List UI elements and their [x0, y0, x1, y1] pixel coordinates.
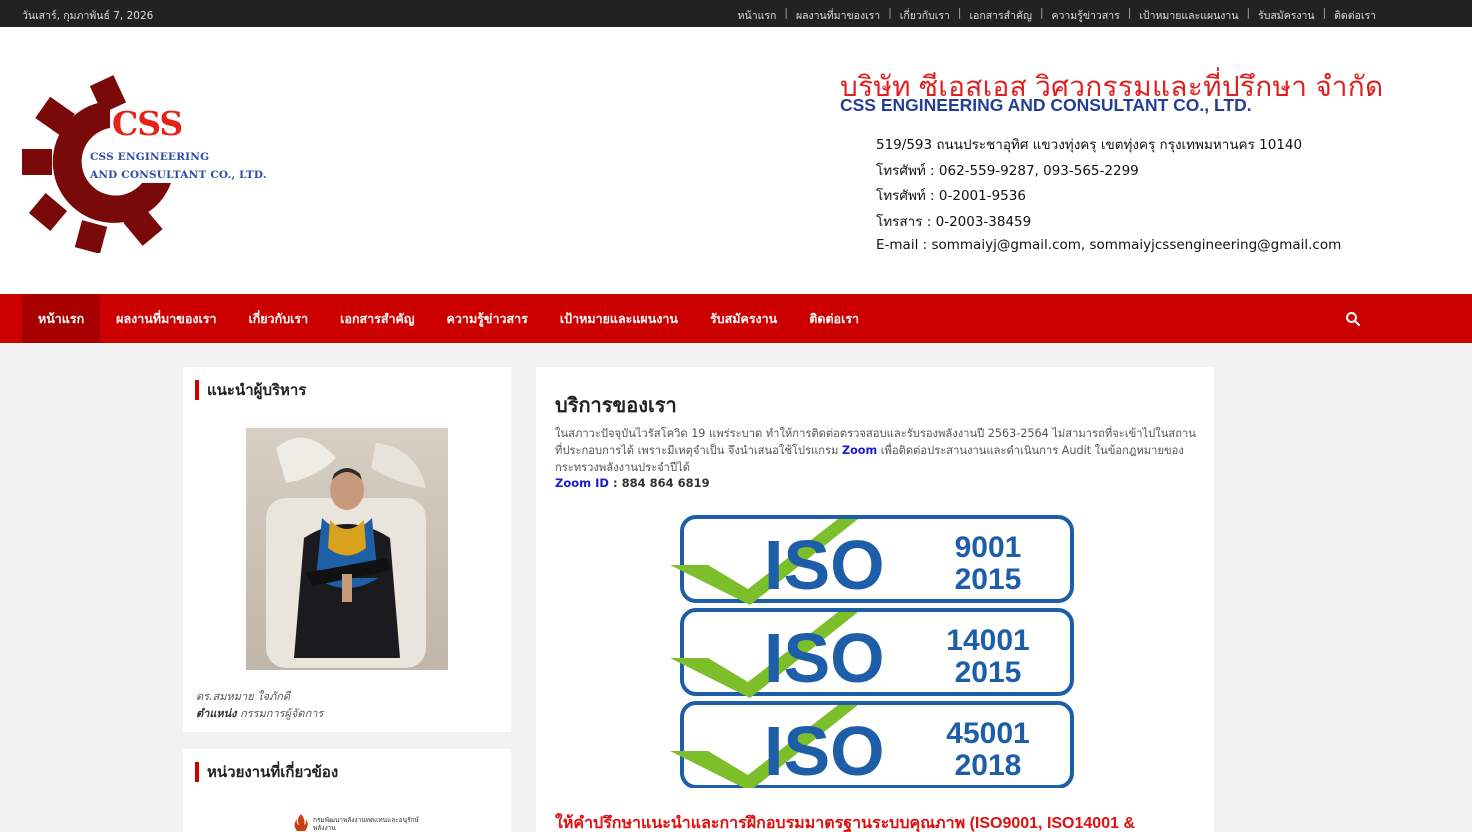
agencies-widget: หน่วยงานที่เกี่ยวข้อง กรมพัฒนาพลังงานทดแ…	[183, 749, 511, 832]
zoom-id-value: : 884 864 6819	[612, 476, 710, 490]
company-fax: โทรสาร : 0-2003-38459	[876, 214, 1032, 230]
company-email: E-mail : sommaiyj@gmail.com, sommaiyjcss…	[876, 237, 1342, 253]
zoom-highlight: Zoom	[841, 444, 878, 457]
logo-abbreviation: CSS	[112, 104, 183, 143]
iso-label: ISO	[764, 619, 885, 697]
top-link-separator: |	[1039, 7, 1044, 19]
executive-widget: แนะนำผู้บริหาร ดร.สมหมาย ใจภักดี ตำแหน่ง…	[183, 367, 511, 732]
iso-number: 9001	[955, 531, 1022, 564]
logo-text-line2: AND CONSULTANT CO., LTD.	[90, 169, 267, 181]
iso-number: 45001	[946, 717, 1029, 750]
iso-label: ISO	[764, 712, 885, 788]
top-link-documents[interactable]: เอกสารสำคัญ	[969, 7, 1031, 24]
service-description: ในสภาวะปัจจุบันไวรัสโควิด 19 แพร่ระบาด ท…	[555, 425, 1200, 476]
top-link-separator: |	[1127, 7, 1132, 19]
nav-item-contact[interactable]: ติดต่อเรา	[793, 294, 875, 343]
top-link-home[interactable]: หน้าแรก	[738, 7, 777, 24]
iso-certifications-image: ISO 9001 2015 ISO 14001 2015 ISO 45001 2…	[670, 515, 1074, 788]
company-phone-2: โทรศัพท์ : 0-2001-9536	[876, 188, 1026, 204]
agency-logo-text[interactable]: กรมพัฒนาพลังงานทดแทนและอนุรักษ์พลังงาน	[313, 816, 423, 832]
iso-label: ISO	[764, 526, 885, 604]
iso-badge-45001: ISO 45001 2018	[670, 701, 1074, 788]
top-link-about[interactable]: เกี่ยวกับเรา	[900, 7, 950, 24]
company-name-english: CSS ENGINEERING AND CONSULTANT CO., LTD.	[840, 95, 1252, 115]
company-address: 519/593 ถนนประชาอุทิศ แขวงทุ่งครุ เขตทุ่…	[876, 137, 1303, 153]
top-link-goals[interactable]: เป้าหมายและแผนงาน	[1139, 7, 1238, 24]
widget-title: แนะนำผู้บริหาร	[195, 380, 306, 400]
nav-item-works[interactable]: ผลงานที่มาของเรา	[100, 294, 232, 343]
nav-item-about[interactable]: เกี่ยวกับเรา	[232, 294, 324, 343]
top-link-contact[interactable]: ติดต่อเรา	[1334, 7, 1376, 24]
nav-item-goals[interactable]: เป้าหมายและแผนงาน	[544, 294, 694, 343]
iso-year: 2018	[955, 749, 1022, 782]
iso-badge-9001: ISO 9001 2015	[670, 515, 1074, 605]
executive-position: ตำแหน่ง กรรมการผู้จัดการ	[196, 704, 323, 722]
nav-item-jobs[interactable]: รับสมัครงาน	[694, 294, 793, 343]
main-content: บริการของเรา ในสภาวะปัจจุบันไวรัสโควิด 1…	[536, 367, 1214, 832]
iso-badge-14001: ISO 14001 2015	[670, 608, 1074, 698]
top-link-separator: |	[1246, 7, 1251, 19]
logo-text-line1: CSS ENGINEERING	[90, 151, 210, 163]
top-link-separator: |	[888, 7, 892, 19]
top-bar: วันเสาร์, กุมภาพันธ์ 7, 2026 หน้าแรก | ผ…	[0, 0, 1472, 27]
page-title: บริการของเรา	[555, 393, 677, 417]
executive-photo	[246, 428, 448, 670]
position-label: ตำแหน่ง	[196, 707, 237, 720]
top-link-separator: |	[784, 7, 788, 19]
agency-flame-icon[interactable]	[291, 813, 311, 832]
iso-year: 2015	[955, 656, 1022, 689]
search-icon[interactable]	[1345, 311, 1361, 327]
top-link-works[interactable]: ผลงานที่มาของเรา	[796, 7, 880, 24]
zoom-id: Zoom ID : 884 864 6819	[555, 476, 710, 490]
current-date: วันเสาร์, กุมภาพันธ์ 7, 2026	[22, 10, 154, 22]
main-navigation: หน้าแรก ผลงานที่มาของเรา เกี่ยวกับเรา เอ…	[0, 294, 1472, 343]
nav-item-news[interactable]: ความรู้ข่าวสาร	[431, 294, 544, 343]
top-links: หน้าแรก | ผลงานที่มาของเรา | เกี่ยวกับเร…	[738, 7, 1376, 24]
widget-title: หน่วยงานที่เกี่ยวข้อง	[195, 762, 338, 782]
iso-number: 14001	[946, 624, 1029, 657]
nav-item-documents[interactable]: เอกสารสำคัญ	[324, 294, 430, 343]
position-value: กรรมการผู้จัดการ	[240, 707, 324, 720]
executive-name: ดร.สมหมาย ใจภักดี	[196, 690, 291, 703]
nav-item-home[interactable]: หน้าแรก	[22, 294, 101, 343]
top-link-separator: |	[1322, 7, 1327, 19]
zoom-id-label: Zoom ID	[555, 476, 609, 490]
nav-items: หน้าแรก ผลงานที่มาของเรา เกี่ยวกับเรา เอ…	[22, 294, 875, 343]
company-phone-1: โทรศัพท์ : 062-559-9287, 093-565-2299	[876, 163, 1139, 179]
site-header: CSS CSS ENGINEERING AND CONSULTANT CO., …	[0, 27, 1472, 294]
top-link-jobs[interactable]: รับสมัครงาน	[1258, 7, 1315, 24]
iso-year: 2015	[955, 563, 1022, 596]
top-link-news[interactable]: ความรู้ข่าวสาร	[1051, 7, 1119, 24]
consulting-headline: ให้คำปรึกษาแนะนำและการฝึกอบรมมาตรฐานระบบ…	[555, 815, 1135, 832]
top-link-separator: |	[957, 7, 962, 19]
